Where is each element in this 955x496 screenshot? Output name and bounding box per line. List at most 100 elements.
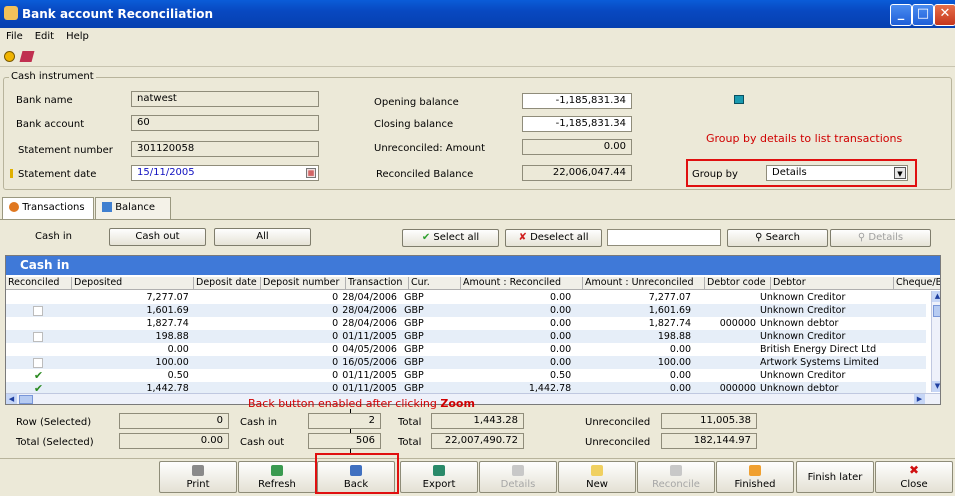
tab-transactions[interactable]: Transactions xyxy=(2,197,94,219)
hscroll-thumb[interactable] xyxy=(19,395,33,404)
cash-in-filter-label[interactable]: Cash in xyxy=(35,231,72,242)
tab-balance[interactable]: Balance xyxy=(95,197,171,219)
table-cell: 0 xyxy=(332,331,339,342)
statement-date-value: 15/11/2005 xyxy=(137,167,195,178)
table-cell: GBP xyxy=(404,357,424,368)
table-cell: 0 xyxy=(332,292,339,303)
tab-divider xyxy=(0,219,955,220)
chevron-down-icon[interactable]: ▼ xyxy=(894,167,906,179)
print-button[interactable]: Print xyxy=(159,461,237,493)
calendar-icon[interactable]: ▦ xyxy=(306,168,316,178)
deselect-all-button[interactable]: ✘ Deselect all xyxy=(505,229,602,247)
reconciled-cell[interactable] xyxy=(6,291,71,304)
vertical-scrollbar[interactable]: ▲ ▼ xyxy=(931,291,940,392)
table-row[interactable]: 0.00 0 04/05/2006 GBP 0.00 0.00 British Energy… xyxy=(6,343,926,356)
reconciled-cell[interactable] xyxy=(6,343,71,356)
checkbox-icon[interactable] xyxy=(33,357,44,368)
col-deposited[interactable]: Deposited xyxy=(72,277,194,290)
menu-help[interactable]: Help xyxy=(66,31,89,42)
scroll-up-icon[interactable]: ▲ xyxy=(932,291,940,302)
details-top-button[interactable]: ⚲ Details xyxy=(830,229,931,247)
table-cell xyxy=(191,343,257,356)
table-cell xyxy=(191,330,257,343)
select-all-button[interactable]: ✔ Select all xyxy=(402,229,499,247)
finish-later-button[interactable]: Finish later xyxy=(796,461,874,493)
table-row[interactable]: ✔ 0.50 0 01/11/2005 GBP 0.50 0.00 Unknown Credi… xyxy=(6,369,926,382)
euro-icon[interactable] xyxy=(4,51,15,62)
col-cur[interactable]: Cur. xyxy=(409,277,461,290)
finished-button[interactable]: Finished xyxy=(716,461,794,493)
table-cell xyxy=(191,291,257,304)
table-cell: 0 xyxy=(332,305,339,316)
col-amount-unreconciled[interactable]: Amount : Unreconciled xyxy=(583,277,705,290)
new-label: New xyxy=(586,479,608,490)
col-debtor[interactable]: Debtor xyxy=(771,277,894,290)
scroll-right-icon[interactable]: ▶ xyxy=(914,394,925,404)
reconcile-button[interactable]: Reconcile xyxy=(637,461,715,493)
closing-balance-field[interactable]: -1,185,831.34 xyxy=(522,116,632,132)
table-row[interactable]: 198.88 0 01/11/2005 GBP 0.00 198.88 Unknown Cr… xyxy=(6,330,926,343)
col-deposit-number[interactable]: Deposit number xyxy=(261,277,346,290)
new-button[interactable]: New xyxy=(558,461,636,493)
table-cell: 0 xyxy=(332,370,339,381)
table-cell xyxy=(879,369,926,382)
col-debtor-code[interactable]: Debtor code xyxy=(705,277,771,290)
scroll-down-icon[interactable]: ▼ xyxy=(932,381,940,392)
menu-edit[interactable]: Edit xyxy=(35,31,54,42)
book-icon[interactable] xyxy=(19,51,35,62)
table-cell: GBP xyxy=(404,305,424,316)
statement-date-field[interactable]: 15/11/2005 ▦ xyxy=(131,165,319,181)
menu-file[interactable]: File xyxy=(6,31,23,42)
table-cell: 0.00 xyxy=(550,318,572,329)
table-cell xyxy=(879,330,926,343)
search-input[interactable] xyxy=(607,229,721,246)
reconciled-cell[interactable] xyxy=(6,304,71,317)
tab-balance-label: Balance xyxy=(115,202,156,213)
scroll-thumb[interactable] xyxy=(933,305,940,317)
maximize-button[interactable]: □ xyxy=(912,4,934,26)
check-icon: ✔ xyxy=(421,232,431,243)
checkbox-icon[interactable] xyxy=(33,331,44,342)
scroll-left-icon[interactable]: ◀ xyxy=(6,394,17,404)
opening-balance-field[interactable]: -1,185,831.34 xyxy=(522,93,632,109)
reconciled-cell[interactable] xyxy=(6,356,71,369)
table-cell xyxy=(191,369,257,382)
reconciled-balance-label: Reconciled Balance xyxy=(376,169,474,180)
table-row[interactable]: 1,827.74 0 28/04/2006 GBP 0.00 1,827.74 000000… xyxy=(6,317,926,330)
table-row[interactable]: 1,601.69 0 28/04/2006 GBP 0.00 1,601.69 Unknow… xyxy=(6,304,926,317)
search-button[interactable]: ⚲ Search xyxy=(727,229,828,247)
balance-icon xyxy=(102,202,112,212)
reconciled-cell[interactable]: ✔ xyxy=(6,369,71,382)
window-title: Bank account Reconciliation xyxy=(22,7,213,21)
people-icon xyxy=(9,202,19,212)
flag-icon xyxy=(749,465,761,476)
close-label: Close xyxy=(900,479,928,490)
refresh-button[interactable]: Refresh xyxy=(238,461,316,493)
reconciled-cell[interactable] xyxy=(6,330,71,343)
col-reconciled[interactable]: Reconciled xyxy=(6,277,72,290)
cash-out-button[interactable]: Cash out xyxy=(109,228,206,246)
magnifier-icon: ⚲ xyxy=(857,232,866,243)
checkbox-icon[interactable] xyxy=(33,305,44,316)
table-cell: 000000 xyxy=(719,318,756,329)
table-cell xyxy=(879,317,926,330)
all-button[interactable]: All xyxy=(214,228,311,246)
close-button[interactable]: ✖ Close xyxy=(875,461,953,493)
minimize-button[interactable]: _ xyxy=(890,4,912,26)
close-window-button[interactable]: ✕ xyxy=(934,4,955,26)
col-deposit-date[interactable]: Deposit date xyxy=(194,277,261,290)
details-button[interactable]: Details xyxy=(479,461,557,493)
table-row[interactable]: 100.00 0 16/05/2006 GBP 0.00 100.00 Artwork Sy… xyxy=(6,356,926,369)
checkmark-icon[interactable]: ✔ xyxy=(34,369,43,382)
export-button[interactable]: Export xyxy=(400,461,478,493)
group-by-select[interactable]: Details ▼ xyxy=(766,165,908,181)
reconciled-cell[interactable] xyxy=(6,317,71,330)
col-cheque[interactable]: Cheque/B xyxy=(894,277,940,290)
calculator-icon[interactable] xyxy=(734,95,744,104)
table-row[interactable]: 7,277.07 0 28/04/2006 GBP 0.00 7,277.07 Unknow… xyxy=(6,291,926,304)
opening-balance-label: Opening balance xyxy=(374,97,459,108)
table-cell: 0 xyxy=(332,318,339,329)
col-transaction[interactable]: Transaction xyxy=(346,277,409,290)
col-amount-reconciled[interactable]: Amount : Reconciled xyxy=(461,277,583,290)
bank-account-label: Bank account xyxy=(16,119,85,130)
